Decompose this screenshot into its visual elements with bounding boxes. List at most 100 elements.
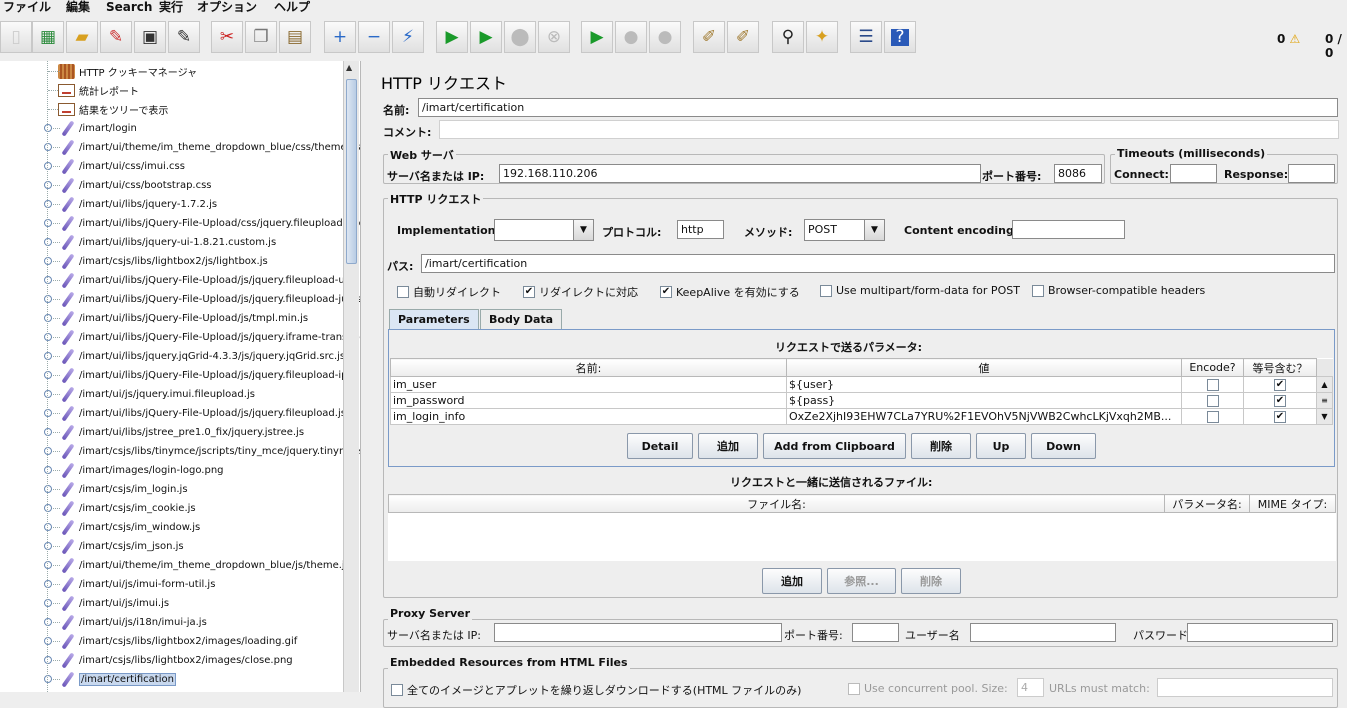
proxy-port-field[interactable]	[852, 623, 899, 642]
start-no-pause-icon[interactable]: ▶	[470, 21, 502, 53]
param-row[interactable]: im_password ${pass} ✔ ≡	[390, 392, 1333, 409]
reset-search-icon[interactable]: ✦	[806, 21, 838, 53]
menu-search[interactable]: Search	[106, 0, 152, 15]
new-icon[interactable]: ▯	[0, 21, 32, 53]
tree-item[interactable]: /imart/ui/libs/jQuery-File-Upload/js/jqu…	[44, 271, 359, 290]
tree-item[interactable]: /imart/login	[44, 119, 137, 138]
tree-expand-handle[interactable]	[44, 124, 52, 132]
toggle-icon[interactable]: ⚡	[392, 21, 424, 53]
save-icon[interactable]: ▣	[134, 21, 166, 53]
menu-help[interactable]: ヘルプ	[274, 0, 310, 15]
tree-item[interactable]: /imart/ui/libs/jQuery-File-Upload/js/jqu…	[44, 404, 346, 423]
param-encode-cell[interactable]	[1181, 392, 1244, 409]
keepalive-checkbox[interactable]: ✔ KeepAlive を有効にする	[660, 284, 800, 300]
tree-item[interactable]: /imart/ui/libs/jquery.jqGrid-4.3.3/js/jq…	[44, 347, 345, 366]
tree-item[interactable]: /imart/csjs/im_json.js	[44, 537, 184, 556]
tree-item[interactable]: /imart/ui/js/jquery.imui.fileupload.js	[44, 385, 255, 404]
tree-item[interactable]: /imart/csjs/libs/lightbox2/images/loadin…	[44, 632, 297, 651]
clear-icon[interactable]: ✐	[693, 21, 725, 53]
tree-item[interactable]: 統計レポート	[44, 81, 139, 100]
table-scrollbar[interactable]: ▲	[1316, 376, 1333, 393]
menu-edit[interactable]: 編集	[66, 0, 90, 15]
copy-icon[interactable]: ❐	[245, 21, 277, 53]
shutdown-icon[interactable]: ⊗	[538, 21, 570, 53]
param-name-cell[interactable]: im_password	[390, 392, 787, 409]
content-encoding-field[interactable]	[1012, 220, 1125, 239]
tree-item[interactable]: /imart/csjs/im_window.js	[44, 518, 200, 537]
start-icon[interactable]: ▶	[436, 21, 468, 53]
tree-item[interactable]: /imart/ui/libs/jquery-1.7.2.js	[44, 195, 217, 214]
comment-field[interactable]	[439, 120, 1339, 139]
add-from-clipboard-button[interactable]: Add from Clipboard	[763, 433, 906, 459]
tree-item[interactable]: /imart/ui/libs/jQuery-File-Upload/js/jqu…	[44, 290, 360, 309]
col-param-name-header[interactable]: パラメータ名:	[1164, 494, 1250, 513]
protocol-field[interactable]: http	[677, 220, 724, 239]
table-scrollbar[interactable]: ▼	[1316, 408, 1333, 425]
tree-expand-handle[interactable]	[44, 181, 52, 189]
param-row[interactable]: im_login_info OxZe2XjhI93EHW7CLa7YRU%2F1E…	[390, 408, 1333, 425]
tree-item[interactable]: /imart/ui/libs/jquery-ui-1.8.21.custom.j…	[44, 233, 276, 252]
tree-expand-handle[interactable]	[44, 428, 52, 436]
close-icon[interactable]: ✎	[100, 21, 132, 53]
param-name-cell[interactable]: im_login_info	[390, 408, 787, 425]
tree-expand-handle[interactable]	[44, 333, 52, 341]
tree-item[interactable]: /imart/ui/css/imui.css	[44, 157, 185, 176]
col-value-header[interactable]: 値	[786, 358, 1182, 377]
split-divider[interactable]	[362, 61, 371, 692]
remote-start-icon[interactable]: ▶	[581, 21, 613, 53]
tree-expand-handle[interactable]	[44, 599, 52, 607]
checkmark-icon[interactable]: ✔	[1274, 395, 1286, 407]
tree-item[interactable]: /imart/ui/libs/jQuery-File-Upload/js/jqu…	[44, 366, 359, 385]
tree-item[interactable]: /imart/csjs/im_login.js	[44, 480, 188, 499]
tree-item[interactable]: /imart/ui/css/bootstrap.css	[44, 176, 212, 195]
tree-expand-handle[interactable]	[44, 580, 52, 588]
tree-item[interactable]: /imart/ui/libs/jQuery-File-Upload/css/jq…	[44, 214, 360, 233]
tree-item[interactable]: /imart/csjs/libs/lightbox2/js/lightbox.j…	[44, 252, 268, 271]
tab-body-data[interactable]: Body Data	[480, 309, 563, 329]
tree-item[interactable]: /imart/certification	[44, 670, 176, 689]
urls-match-field[interactable]	[1157, 678, 1333, 697]
tree-expand-handle[interactable]	[44, 542, 52, 550]
col-encode-header[interactable]: Encode?	[1181, 358, 1244, 377]
tree-expand-handle[interactable]	[44, 561, 52, 569]
proxy-password-field[interactable]	[1187, 623, 1333, 642]
paste-icon[interactable]: ▤	[279, 21, 311, 53]
scrollbar-thumb[interactable]	[346, 79, 357, 264]
tree-expand-handle[interactable]	[44, 675, 52, 683]
browser-headers-checkbox[interactable]: Browser-compatible headers	[1032, 284, 1205, 297]
tree-item[interactable]: 結果をツリーで表示	[44, 100, 168, 119]
function-helper-icon[interactable]: ☰	[850, 21, 882, 53]
param-equals-cell[interactable]: ✔	[1243, 408, 1317, 425]
response-field[interactable]	[1288, 164, 1335, 183]
add-param-button[interactable]: 追加	[698, 433, 758, 459]
tree-expand-handle[interactable]	[44, 238, 52, 246]
tree-item[interactable]: /imart/ui/libs/jQuery-File-Upload/js/tmp…	[44, 309, 308, 328]
checkmark-icon[interactable]: ✔	[1274, 411, 1286, 423]
tree-expand-handle[interactable]	[44, 200, 52, 208]
tree-expand-handle[interactable]	[44, 257, 52, 265]
tab-parameters[interactable]: Parameters	[389, 309, 479, 329]
checkbox-box[interactable]	[1206, 395, 1219, 407]
tree-item[interactable]: HTTP クッキーマネージャ	[44, 62, 197, 81]
multipart-checkbox[interactable]: Use multipart/form-data for POST	[820, 284, 1020, 297]
templates-icon[interactable]: ▦	[32, 21, 64, 53]
down-button[interactable]: Down	[1031, 433, 1096, 459]
port-field[interactable]: 8086	[1054, 164, 1102, 183]
tree-expand-handle[interactable]	[44, 219, 52, 227]
parameters-table[interactable]: 名前: 値 Encode? 等号含む？ im_user ${user} ✔ ▲ im_p…	[390, 358, 1333, 425]
col-name-header[interactable]: 名前:	[390, 358, 787, 377]
tree-expand-handle[interactable]	[44, 466, 52, 474]
tree-expand-handle[interactable]	[44, 143, 52, 151]
menu-file[interactable]: ファイル	[3, 0, 51, 15]
param-value-cell[interactable]: OxZe2XjhI93EHW7CLa7YRU%2F1EVOhV5NjVWB2Cw…	[786, 408, 1182, 425]
name-field[interactable]: /imart/certification	[418, 98, 1338, 117]
param-encode-cell[interactable]	[1181, 376, 1244, 393]
tree-expand-handle[interactable]	[44, 656, 52, 664]
test-plan-tree[interactable]: HTTP クッキーマネージャ 統計レポート 結果をツリーで表示/imart/logi…	[0, 61, 361, 692]
tree-expand-handle[interactable]	[44, 371, 52, 379]
tree-expand-handle[interactable]	[44, 523, 52, 531]
add-file-button[interactable]: 追加	[762, 568, 822, 594]
tree-item[interactable]: /imart/ui/theme/im_theme_dropdown_blue/c…	[44, 138, 360, 157]
table-scrollbar[interactable]: ≡	[1316, 392, 1333, 409]
param-encode-cell[interactable]	[1181, 408, 1244, 425]
